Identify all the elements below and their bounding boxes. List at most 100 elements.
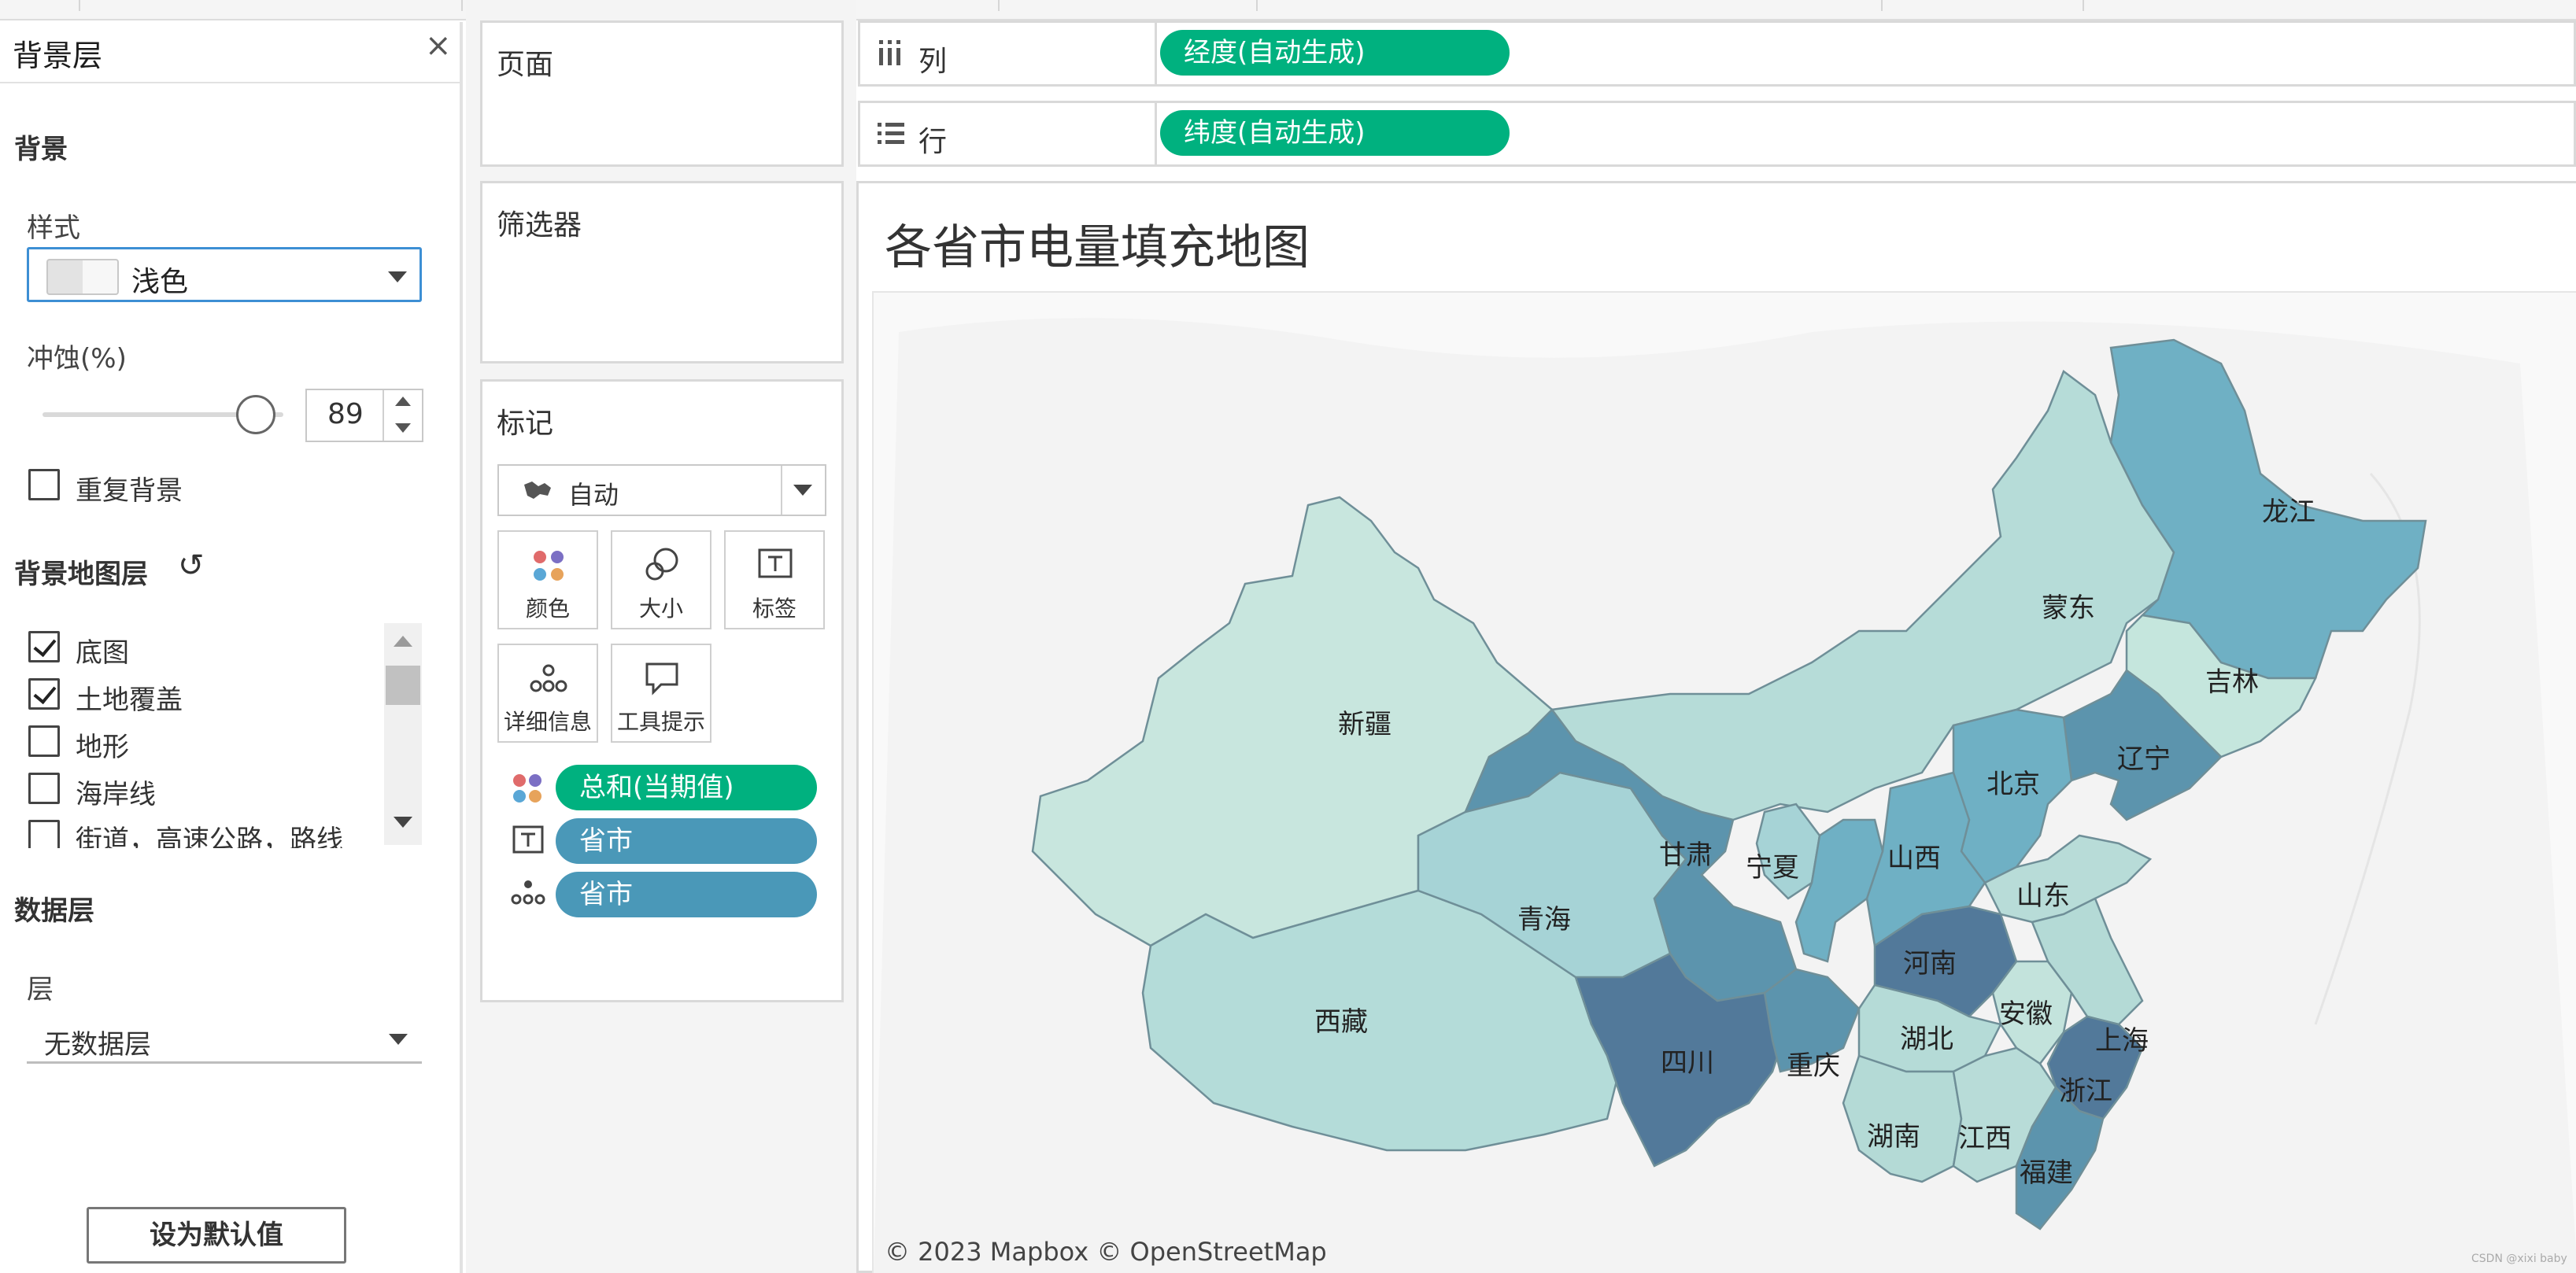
layer-list-clip: 街道，高速公路，路线	[0, 815, 383, 848]
tooltip-button[interactable]: 工具提示	[611, 644, 711, 743]
columns-shelf-label: 列	[918, 46, 948, 78]
map-label-ningxia: 宁夏	[1746, 852, 1799, 884]
shelf-divider	[1155, 103, 1157, 164]
layer-select-label: 层	[27, 974, 54, 1005]
filters-card-title: 筛选器	[497, 209, 582, 242]
size-button-label: 大小	[638, 596, 683, 622]
strip-divider	[79, 0, 80, 11]
map-label-fujian: 福建	[2020, 1157, 2073, 1189]
layer-checkbox[interactable]	[28, 820, 60, 848]
washout-slider-handle[interactable]	[236, 395, 275, 434]
map-label-jiangxi: 江西	[1958, 1123, 2012, 1154]
worksheet-title: 各省市电量填充地图	[885, 220, 1310, 275]
detail-icon	[530, 664, 567, 692]
map-label-shanghai: 上海	[2095, 1025, 2149, 1057]
repeat-background-checkbox[interactable]	[28, 469, 60, 500]
strip-divider	[1881, 0, 1883, 11]
map-label-shandong: 山东	[2016, 880, 2070, 912]
layer-list-scrollbar[interactable]	[384, 623, 422, 845]
columns-shelf[interactable]: 列	[858, 20, 2576, 87]
map-label-xinjiang: 新疆	[1338, 709, 1391, 740]
reset-icon[interactable]: ↺	[178, 548, 205, 584]
columns-icon	[879, 40, 900, 65]
map-label-chongqing: 重庆	[1787, 1050, 1840, 1082]
strip-divider	[461, 0, 463, 11]
rows-shelf-label: 行	[918, 126, 948, 158]
rows-shelf[interactable]: 行	[858, 101, 2576, 167]
text-label-icon	[512, 825, 544, 854]
data-layer-value: 无数据层	[44, 1029, 151, 1061]
label-button-label: 标签	[752, 596, 796, 622]
latitude-pill[interactable]: 纬度(自动生成)	[1160, 110, 1510, 156]
mark-type-select[interactable]: 自动	[497, 464, 826, 516]
detail-field-pill[interactable]: 省市	[556, 872, 817, 917]
data-layer-header: 数据层	[14, 895, 94, 927]
map-label-xizang: 西藏	[1314, 1006, 1368, 1038]
size-button[interactable]: 大小	[611, 530, 711, 629]
strip-divider	[2083, 0, 2084, 11]
layer-checkbox[interactable]	[28, 631, 60, 662]
map-label-mengdong: 蒙东	[2042, 592, 2095, 624]
set-default-button[interactable]: 设为默认值	[87, 1207, 346, 1264]
map-label-hunan: 湖南	[1867, 1121, 1920, 1153]
map-label-sichuan: 四川	[1661, 1047, 1714, 1079]
longitude-pill[interactable]: 经度(自动生成)	[1160, 30, 1510, 76]
dropdown-separator	[781, 466, 782, 515]
map-label-shanxi: 山西	[1887, 843, 1941, 874]
shelf-divider	[1155, 23, 1157, 84]
style-select[interactable]: 浅色	[27, 247, 422, 302]
color-button-label: 颜色	[525, 596, 570, 622]
map-label-beijing: 北京	[1987, 769, 2040, 800]
strip-divider	[1256, 0, 1258, 11]
map-label-jilin: 吉林	[2205, 666, 2259, 698]
detail-button[interactable]: 详细信息	[497, 644, 598, 743]
chevron-down-icon	[793, 485, 812, 496]
layer-label: 地形	[76, 732, 129, 763]
scrollbar-thumb[interactable]	[386, 666, 420, 705]
layer-checkbox[interactable]	[28, 773, 60, 804]
filled-map[interactable]: 龙江 蒙东 吉林 辽宁 北京 新疆 甘肃 宁夏 山西 山东 青海 河南 西藏 四…	[872, 291, 2576, 1273]
layer-label: 街道，高速公路，路线	[76, 825, 343, 848]
repeat-background-label: 重复背景	[76, 475, 183, 507]
chevron-down-icon	[388, 271, 407, 282]
map-label-anhui: 安徽	[1999, 998, 2053, 1030]
map-label-hubei: 湖北	[1900, 1024, 1953, 1055]
text-label-icon	[758, 548, 793, 578]
map-label-qinghai: 青海	[1517, 904, 1571, 935]
detail-icon	[511, 880, 545, 905]
layer-label: 土地覆盖	[76, 684, 183, 716]
watermark: CSDN @xixi baby	[2471, 1253, 2567, 1265]
washout-value: 89	[327, 398, 364, 430]
map-layers-header: 背景地图层	[14, 559, 148, 590]
washout-number-input[interactable]: 89	[305, 389, 423, 442]
tooltip-button-label: 工具提示	[616, 709, 705, 735]
panel-title: 背景层	[13, 39, 103, 73]
pages-card[interactable]: 页面	[480, 20, 844, 167]
top-toolbar-strip	[0, 0, 2576, 20]
close-icon[interactable]: ×	[425, 30, 452, 61]
style-swatch	[46, 259, 119, 295]
filters-card[interactable]: 筛选器	[480, 181, 844, 363]
pages-card-title: 页面	[497, 49, 554, 81]
scroll-down-icon[interactable]	[394, 817, 412, 828]
label-field-pill[interactable]: 省市	[556, 818, 817, 864]
stepper-up-icon[interactable]	[395, 397, 411, 406]
color-icon	[513, 774, 541, 803]
color-button[interactable]: 颜色	[497, 530, 598, 629]
washout-stepper[interactable]	[383, 390, 425, 441]
label-button[interactable]: 标签	[724, 530, 825, 629]
detail-button-label: 详细信息	[503, 709, 592, 735]
data-layer-select[interactable]: 无数据层	[27, 1015, 422, 1064]
layer-checkbox[interactable]	[28, 725, 60, 757]
layer-checkbox[interactable]	[28, 678, 60, 710]
scroll-up-icon[interactable]	[394, 636, 412, 647]
map-copyright: © 2023 Mapbox © OpenStreetMap	[885, 1237, 1327, 1267]
color-field-pill[interactable]: 总和(当期值)	[556, 765, 817, 810]
mark-type-value: 自动	[568, 480, 619, 510]
rows-icon	[878, 123, 904, 144]
stepper-down-icon[interactable]	[395, 423, 411, 433]
layer-label: 海岸线	[76, 779, 156, 810]
background-section-header: 背景	[14, 134, 68, 165]
map-icon	[524, 482, 551, 499]
layer-label: 底图	[76, 637, 129, 669]
